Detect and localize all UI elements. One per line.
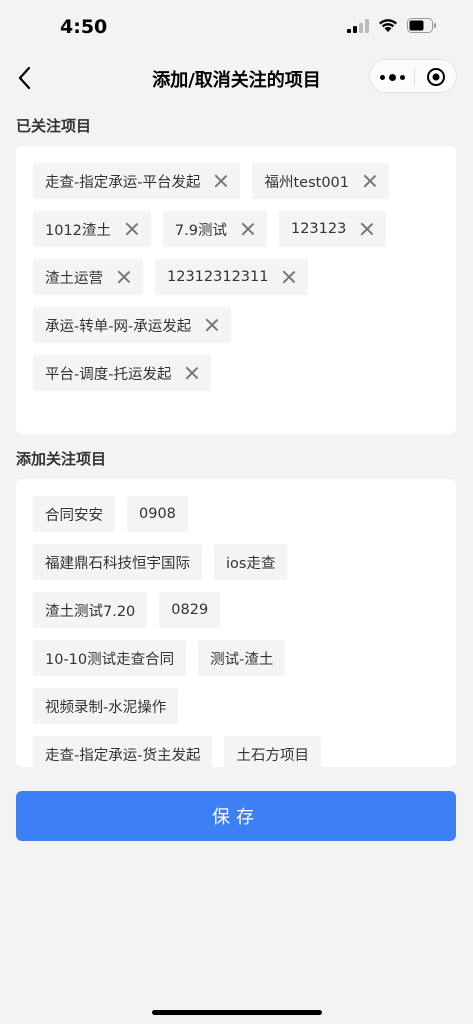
chip-label: 合同安安 [45, 507, 103, 524]
chip-label: 渣土运营 [45, 270, 103, 287]
addable-chip-list: 合同安安 0908 福建鼎石科技恒宇国际 ios走查渣土测试7.20 0829 10-10… [33, 496, 446, 767]
chip-label: 1012渣土 [45, 222, 111, 239]
followed-project-chip[interactable]: 平台-调度-托运发起 [33, 355, 212, 391]
chip-label: 土石方项目 [236, 747, 309, 764]
chip-row: 承运-转单-网-承运发起 [33, 307, 446, 343]
chip-row: 走查-指定承运-货主发起 土石方项目 [33, 736, 446, 767]
chip-label: 12312312311 [167, 269, 269, 285]
remove-icon[interactable] [360, 222, 374, 236]
status-icons [347, 18, 437, 33]
addable-project-chip[interactable]: ios走查 [214, 544, 288, 580]
chip-row: 合同安安 0908 [33, 496, 446, 532]
chip-label: 10-10测试走查合同 [45, 651, 175, 668]
remove-icon[interactable] [185, 366, 199, 380]
status-bar: 4:50 [0, 0, 473, 56]
chip-row: 1012渣土 7.9测试 123123 [33, 211, 446, 247]
chip-label: 走查-指定承运-平台发起 [45, 174, 201, 191]
addable-projects-card[interactable]: 合同安安 0908 福建鼎石科技恒宇国际 ios走查渣土测试7.20 0829 10-10… [16, 479, 456, 767]
addable-project-chip[interactable]: 0829 [159, 592, 221, 628]
remove-icon[interactable] [117, 270, 131, 284]
nav-bar: 添加/取消关注的项目 [0, 56, 473, 100]
cellular-signal-icon [347, 18, 369, 33]
chip-label: 测试-渣土 [210, 651, 274, 668]
followed-project-chip[interactable]: 福州test001 [252, 163, 389, 199]
chip-label: 0829 [171, 602, 209, 618]
remove-icon[interactable] [241, 222, 255, 236]
remove-icon[interactable] [125, 222, 139, 236]
more-options-button[interactable] [370, 60, 414, 94]
remove-icon[interactable] [363, 174, 377, 188]
addable-project-chip[interactable]: 视频录制-水泥操作 [33, 688, 179, 724]
home-indicator [152, 1010, 322, 1015]
chip-label: 123123 [290, 221, 347, 237]
remove-icon[interactable] [214, 174, 228, 188]
dot-icon [388, 73, 396, 81]
followed-project-chip[interactable]: 123123 [278, 211, 387, 247]
chip-row: 渣土测试7.20 0829 [33, 592, 446, 628]
chip-row: 10-10测试走查合同 测试-渣土 [33, 640, 446, 676]
dot-icon [399, 74, 405, 80]
followed-projects-card: 走查-指定承运-平台发起 福州test001 1012渣土 7.9测试 123123 渣土… [16, 146, 456, 434]
chip-row: 平台-调度-托运发起 [33, 355, 446, 391]
chip-label: 平台-调度-托运发起 [45, 366, 172, 383]
remove-icon[interactable] [282, 270, 296, 284]
target-circle-icon [427, 68, 445, 86]
chip-label: 福建鼎石科技恒宇国际 [45, 555, 190, 572]
dot-icon [379, 74, 385, 80]
chip-label: 渣土测试7.20 [45, 603, 136, 620]
chip-row: 走查-指定承运-平台发起 福州test001 [33, 163, 446, 199]
followed-project-chip[interactable]: 承运-转单-网-承运发起 [33, 307, 232, 343]
battery-icon [407, 18, 436, 33]
chip-row: 渣土运营 12312312311 [33, 259, 446, 295]
addable-project-chip[interactable]: 渣土测试7.20 [33, 592, 148, 628]
chip-label: 承运-转单-网-承运发起 [45, 318, 192, 335]
chip-label: 视频录制-水泥操作 [45, 699, 167, 716]
status-time: 4:50 [60, 16, 108, 38]
close-mini-program-button[interactable] [414, 60, 458, 94]
followed-project-chip[interactable]: 走查-指定承运-平台发起 [33, 163, 241, 199]
wifi-icon [379, 19, 397, 32]
addable-project-chip[interactable]: 福建鼎石科技恒宇国际 [33, 544, 202, 580]
followed-project-chip[interactable]: 1012渣土 [33, 211, 151, 247]
chip-row: 视频录制-水泥操作 [33, 688, 446, 724]
addable-project-chip[interactable]: 合同安安 [33, 496, 115, 532]
chip-label: 福州test001 [264, 174, 349, 191]
followed-chip-list: 走查-指定承运-平台发起 福州test001 1012渣土 7.9测试 123123 渣土… [33, 163, 446, 403]
addable-section-title: 添加关注项目 [16, 450, 107, 468]
chip-label: ios走查 [226, 555, 276, 572]
addable-project-chip[interactable]: 走查-指定承运-货主发起 [33, 736, 213, 767]
followed-project-chip[interactable]: 渣土运营 [33, 259, 143, 295]
addable-project-chip[interactable]: 土石方项目 [224, 736, 321, 767]
followed-section-title: 已关注项目 [16, 117, 92, 135]
chip-label: 走查-指定承运-货主发起 [45, 747, 201, 764]
addable-project-chip[interactable]: 0908 [127, 496, 188, 532]
chip-label: 0908 [139, 506, 176, 522]
addable-project-chip[interactable]: 10-10测试走查合同 [33, 640, 187, 676]
save-button[interactable]: 保存 [16, 791, 456, 841]
followed-project-chip[interactable]: 12312312311 [155, 259, 309, 295]
mini-program-capsule [369, 59, 457, 93]
chip-row: 福建鼎石科技恒宇国际 ios走查 [33, 544, 446, 580]
chip-label: 7.9测试 [174, 222, 227, 239]
followed-project-chip[interactable]: 7.9测试 [162, 211, 267, 247]
addable-project-chip[interactable]: 测试-渣土 [198, 640, 286, 676]
remove-icon[interactable] [205, 318, 219, 332]
